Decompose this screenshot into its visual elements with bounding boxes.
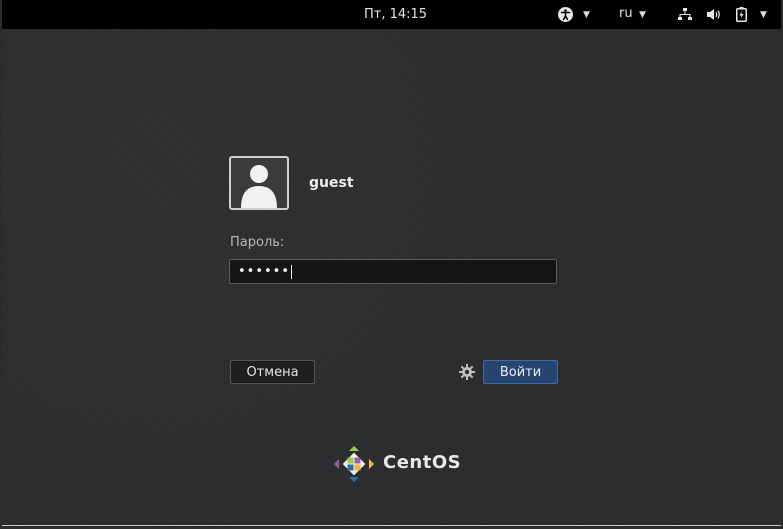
user-avatar: [229, 156, 289, 210]
volume-icon[interactable]: [706, 8, 721, 21]
top-bar: Пт, 14:15 ▼ ru ▼ ▼: [2, 0, 781, 29]
centos-brand-text: CentOS: [383, 452, 462, 473]
password-input[interactable]: ••••••: [229, 259, 557, 284]
username: guest: [309, 175, 354, 191]
password-label: Пароль:: [230, 235, 285, 250]
network-icon[interactable]: [678, 8, 692, 21]
cancel-button[interactable]: Отмена: [230, 360, 315, 384]
language-indicator[interactable]: ru: [619, 6, 633, 21]
login-screen: Пт, 14:15 ▼ ru ▼ ▼ guest Пароль: •••••• …: [2, 0, 781, 526]
accessibility-caret-icon[interactable]: ▼: [583, 10, 590, 20]
accessibility-icon[interactable]: [558, 7, 573, 22]
language-caret-icon[interactable]: ▼: [639, 10, 646, 20]
system-menu-caret-icon[interactable]: ▼: [760, 10, 767, 20]
user-silhouette-icon: [241, 165, 277, 208]
gear-icon[interactable]: [459, 364, 475, 380]
password-mask: ••••••: [238, 264, 291, 279]
clock[interactable]: Пт, 14:15: [364, 7, 427, 22]
centos-logo-icon: [334, 446, 374, 482]
login-button[interactable]: Войти: [483, 360, 558, 384]
text-cursor: [291, 264, 293, 279]
battery-icon[interactable]: [736, 7, 747, 22]
